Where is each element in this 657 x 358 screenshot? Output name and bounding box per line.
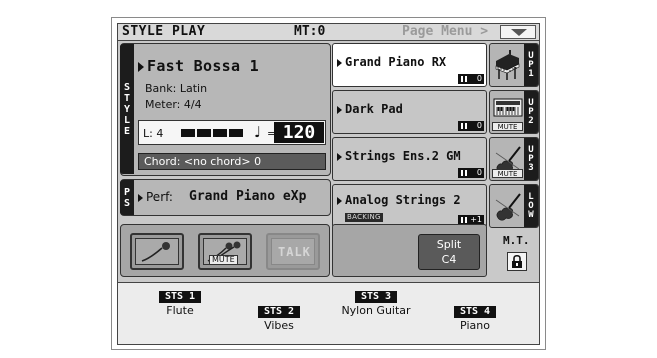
level-meter bbox=[181, 129, 243, 137]
style-meter: Meter: 4/4 bbox=[145, 98, 202, 111]
sts-label: Nylon Guitar bbox=[341, 304, 411, 317]
style-level: L: 4 bbox=[143, 127, 164, 140]
sts-4[interactable]: STS 4 Piano bbox=[448, 304, 502, 332]
backing-badge: BACKING bbox=[345, 213, 383, 222]
talk-button[interactable]: TALK bbox=[266, 233, 320, 270]
split-value: C4 bbox=[441, 253, 457, 266]
triangle-right-icon bbox=[337, 58, 342, 67]
sts-2[interactable]: STS 2 Vibes bbox=[249, 304, 309, 332]
voice-controls-panel: MUTE TALK bbox=[120, 224, 330, 277]
sts-1[interactable]: STS 1 Flute bbox=[155, 289, 205, 317]
track-slot-up2[interactable]: Dark Pad 0 bbox=[332, 90, 487, 134]
triangle-right-icon bbox=[337, 152, 342, 161]
performance-name[interactable]: Grand Piano eXp bbox=[189, 189, 306, 204]
track-button-up2[interactable]: MUTE U P 2 bbox=[489, 90, 539, 134]
chord-display: Chord: <no chord> 0 bbox=[138, 153, 326, 170]
microphone-button[interactable] bbox=[130, 233, 184, 270]
mute-label: MUTE bbox=[209, 255, 238, 265]
track-button-up3[interactable]: MUTE U P 3 bbox=[489, 137, 539, 181]
track-sound-name: Strings Ens.2 GM bbox=[337, 149, 461, 163]
split-panel: Split C4 bbox=[332, 224, 487, 277]
lock-icon bbox=[512, 254, 522, 268]
sts-label: Vibes bbox=[264, 319, 294, 332]
track-button-up1[interactable]: U P 1 bbox=[489, 43, 539, 87]
sts-tag: STS 1 bbox=[158, 291, 202, 303]
style-bank: Bank: Latin bbox=[145, 82, 208, 95]
mute-badge: MUTE bbox=[492, 169, 523, 178]
track-label-low: L O W bbox=[524, 185, 538, 227]
octave-indicator: 0 bbox=[458, 121, 484, 131]
memory-tempo-label: M.T. bbox=[503, 234, 530, 247]
octave-indicator: 0 bbox=[458, 168, 484, 178]
split-label: Split bbox=[436, 238, 462, 251]
sts-tag: STS 3 bbox=[354, 291, 398, 303]
sts-area: STS 1 Flute STS 2 Vibes STS 3 Nylon Guit… bbox=[118, 282, 539, 344]
microphone-icon bbox=[141, 242, 170, 262]
chevron-down-icon bbox=[511, 29, 527, 36]
quarter-note-icon: ♩ bbox=[254, 123, 262, 141]
triangle-right-icon bbox=[337, 196, 342, 205]
violin-icon bbox=[495, 193, 521, 221]
style-name[interactable]: Fast Bossa 1 bbox=[138, 57, 259, 75]
sts-label: Flute bbox=[166, 304, 194, 317]
track-label-up2: U P 2 bbox=[524, 91, 538, 133]
track-sound-name: Grand Piano RX bbox=[337, 55, 446, 69]
grand-piano-icon bbox=[495, 50, 520, 80]
memory-tempo-indicator: MT:0 bbox=[294, 24, 326, 39]
style-side-tab: S T Y L E bbox=[120, 44, 134, 174]
track-slot-low[interactable]: Analog Strings 2 BACKING +1 bbox=[332, 184, 487, 228]
title-bar: STYLE PLAY MT:0 Page Menu > bbox=[118, 24, 539, 41]
sts-tag: STS 2 bbox=[257, 306, 301, 318]
microphone-mute-button[interactable]: MUTE bbox=[198, 233, 252, 270]
page-title: STYLE PLAY bbox=[122, 24, 206, 39]
sts-label: Piano bbox=[460, 319, 490, 332]
track-sound-name: Analog Strings 2 bbox=[337, 193, 461, 207]
page-menu-button[interactable] bbox=[500, 25, 536, 39]
style-play-screen: STYLE PLAY MT:0 Page Menu > S T Y L E Fa… bbox=[117, 23, 540, 345]
track-label-up3: U P 3 bbox=[524, 138, 538, 180]
tempo-value[interactable]: 120 bbox=[274, 122, 324, 143]
memory-tempo-lock-button[interactable] bbox=[507, 252, 527, 271]
triangle-right-icon bbox=[138, 193, 143, 202]
tempo-box[interactable]: L: 4 ♩ = 120 bbox=[138, 120, 326, 145]
performance-side-tab: P S bbox=[120, 180, 134, 215]
track-label-up1: U P 1 bbox=[524, 44, 538, 86]
track-sound-name: Dark Pad bbox=[337, 102, 403, 116]
triangle-right-icon bbox=[138, 61, 144, 72]
page-menu-label: Page Menu > bbox=[402, 24, 489, 39]
track-slot-up3[interactable]: Strings Ens.2 GM 0 bbox=[332, 137, 487, 181]
sts-3[interactable]: STS 3 Nylon Guitar bbox=[331, 289, 421, 317]
talk-label: TALK bbox=[278, 245, 311, 259]
triangle-right-icon bbox=[337, 105, 342, 114]
performance-label: Perf: bbox=[138, 190, 173, 204]
mute-badge: MUTE bbox=[492, 122, 523, 131]
octave-indicator: 0 bbox=[458, 74, 484, 84]
split-point-button[interactable]: Split C4 bbox=[418, 234, 480, 270]
sts-tag: STS 4 bbox=[453, 306, 497, 318]
track-button-low[interactable]: L O W bbox=[489, 184, 539, 228]
track-slot-up1[interactable]: Grand Piano RX 0 bbox=[332, 43, 487, 87]
